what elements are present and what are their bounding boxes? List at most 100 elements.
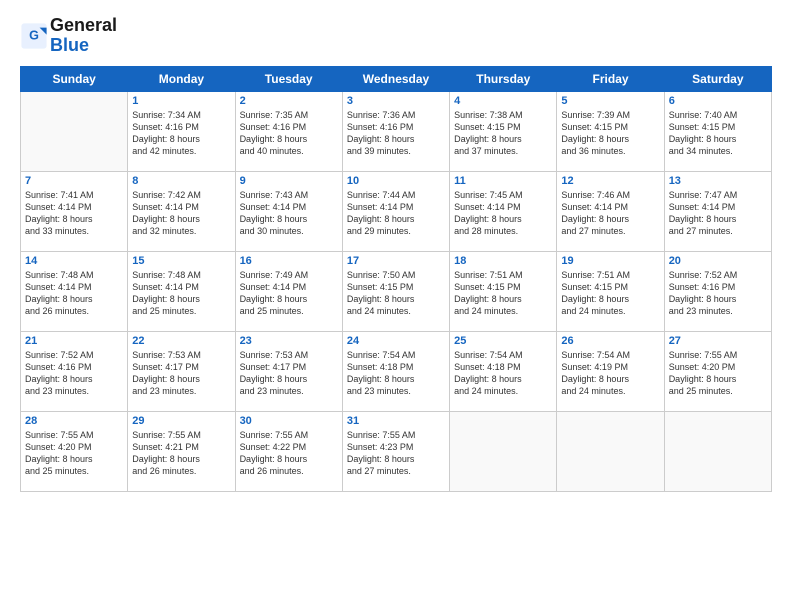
day-header-sunday: Sunday — [21, 66, 128, 91]
day-info: Sunrise: 7:51 AM Sunset: 4:15 PM Dayligh… — [561, 269, 659, 318]
calendar-cell: 28 Sunrise: 7:55 AM Sunset: 4:20 PM Dayli… — [21, 411, 128, 491]
day-info: Sunrise: 7:55 AM Sunset: 4:22 PM Dayligh… — [240, 429, 338, 478]
day-info: Sunrise: 7:35 AM Sunset: 4:16 PM Dayligh… — [240, 109, 338, 158]
day-number: 26 — [561, 335, 659, 347]
day-number: 28 — [25, 415, 123, 427]
calendar-cell: 23 Sunrise: 7:53 AM Sunset: 4:17 PM Dayli… — [235, 331, 342, 411]
day-header-saturday: Saturday — [664, 66, 771, 91]
day-number: 31 — [347, 415, 445, 427]
calendar-cell: 29 Sunrise: 7:55 AM Sunset: 4:21 PM Dayli… — [128, 411, 235, 491]
day-info: Sunrise: 7:44 AM Sunset: 4:14 PM Dayligh… — [347, 189, 445, 238]
day-info: Sunrise: 7:54 AM Sunset: 4:19 PM Dayligh… — [561, 349, 659, 398]
calendar-cell: 15 Sunrise: 7:48 AM Sunset: 4:14 PM Dayli… — [128, 251, 235, 331]
day-number: 11 — [454, 175, 552, 187]
calendar-cell: 2 Sunrise: 7:35 AM Sunset: 4:16 PM Daylig… — [235, 91, 342, 171]
calendar-cell: 27Sunrise: 7:55 AM Sunset: 4:20 PM Dayli… — [664, 331, 771, 411]
logo-icon: G — [20, 22, 48, 50]
day-number: 15 — [132, 255, 230, 267]
week-row-5: 28 Sunrise: 7:55 AM Sunset: 4:20 PM Dayli… — [21, 411, 772, 491]
calendar-cell: 25Sunrise: 7:54 AM Sunset: 4:18 PM Dayli… — [450, 331, 557, 411]
day-info: Sunrise: 7:55 AM Sunset: 4:20 PM Dayligh… — [25, 429, 123, 478]
day-number: 3 — [347, 95, 445, 107]
calendar-cell: 8 Sunrise: 7:42 AM Sunset: 4:14 PM Daylig… — [128, 171, 235, 251]
day-info: Sunrise: 7:46 AM Sunset: 4:14 PM Dayligh… — [561, 189, 659, 238]
calendar-cell: 16Sunrise: 7:49 AM Sunset: 4:14 PM Dayli… — [235, 251, 342, 331]
day-number: 21 — [25, 335, 123, 347]
calendar-cell: 12 Sunrise: 7:46 AM Sunset: 4:14 PM Dayli… — [557, 171, 664, 251]
day-number: 6 — [669, 95, 767, 107]
day-header-monday: Monday — [128, 66, 235, 91]
logo: G General Blue — [20, 16, 117, 56]
calendar-cell — [450, 411, 557, 491]
day-info: Sunrise: 7:42 AM Sunset: 4:14 PM Dayligh… — [132, 189, 230, 238]
day-number: 18 — [454, 255, 552, 267]
calendar-table: SundayMondayTuesdayWednesdayThursdayFrid… — [20, 66, 772, 492]
day-info: Sunrise: 7:34 AM Sunset: 4:16 PM Dayligh… — [132, 109, 230, 158]
day-number: 7 — [25, 175, 123, 187]
calendar-cell: 19Sunrise: 7:51 AM Sunset: 4:15 PM Dayli… — [557, 251, 664, 331]
day-info: Sunrise: 7:52 AM Sunset: 4:16 PM Dayligh… — [669, 269, 767, 318]
calendar-cell: 17Sunrise: 7:50 AM Sunset: 4:15 PM Dayli… — [342, 251, 449, 331]
day-number: 9 — [240, 175, 338, 187]
calendar-cell: 10 Sunrise: 7:44 AM Sunset: 4:14 PM Dayli… — [342, 171, 449, 251]
day-info: Sunrise: 7:41 AM Sunset: 4:14 PM Dayligh… — [25, 189, 123, 238]
day-header-row: SundayMondayTuesdayWednesdayThursdayFrid… — [21, 66, 772, 91]
week-row-2: 7 Sunrise: 7:41 AM Sunset: 4:14 PM Daylig… — [21, 171, 772, 251]
day-info: Sunrise: 7:55 AM Sunset: 4:21 PM Dayligh… — [132, 429, 230, 478]
day-number: 22 — [132, 335, 230, 347]
calendar-cell: 9Sunrise: 7:43 AM Sunset: 4:14 PM Daylig… — [235, 171, 342, 251]
day-number: 30 — [240, 415, 338, 427]
day-info: Sunrise: 7:54 AM Sunset: 4:18 PM Dayligh… — [347, 349, 445, 398]
day-number: 1 — [132, 95, 230, 107]
day-info: Sunrise: 7:51 AM Sunset: 4:15 PM Dayligh… — [454, 269, 552, 318]
day-info: Sunrise: 7:52 AM Sunset: 4:16 PM Dayligh… — [25, 349, 123, 398]
calendar-body: 1 Sunrise: 7:34 AM Sunset: 4:16 PM Daylig… — [21, 91, 772, 491]
calendar-cell: 22Sunrise: 7:53 AM Sunset: 4:17 PM Dayli… — [128, 331, 235, 411]
day-number: 13 — [669, 175, 767, 187]
day-number: 10 — [347, 175, 445, 187]
day-number: 29 — [132, 415, 230, 427]
calendar-cell: 3 Sunrise: 7:36 AM Sunset: 4:16 PM Daylig… — [342, 91, 449, 171]
calendar-cell: 7 Sunrise: 7:41 AM Sunset: 4:14 PM Daylig… — [21, 171, 128, 251]
day-info: Sunrise: 7:48 AM Sunset: 4:14 PM Dayligh… — [25, 269, 123, 318]
calendar-cell: 24Sunrise: 7:54 AM Sunset: 4:18 PM Dayli… — [342, 331, 449, 411]
day-number: 4 — [454, 95, 552, 107]
day-number: 5 — [561, 95, 659, 107]
day-info: Sunrise: 7:50 AM Sunset: 4:15 PM Dayligh… — [347, 269, 445, 318]
day-header-tuesday: Tuesday — [235, 66, 342, 91]
day-info: Sunrise: 7:48 AM Sunset: 4:14 PM Dayligh… — [132, 269, 230, 318]
day-number: 14 — [25, 255, 123, 267]
calendar-cell: 5 Sunrise: 7:39 AM Sunset: 4:15 PM Daylig… — [557, 91, 664, 171]
header: G General Blue — [20, 16, 772, 56]
day-info: Sunrise: 7:38 AM Sunset: 4:15 PM Dayligh… — [454, 109, 552, 158]
calendar-cell: 26 Sunrise: 7:54 AM Sunset: 4:19 PM Dayli… — [557, 331, 664, 411]
calendar-cell: 30 Sunrise: 7:55 AM Sunset: 4:22 PM Dayli… — [235, 411, 342, 491]
calendar-cell: 18 Sunrise: 7:51 AM Sunset: 4:15 PM Dayli… — [450, 251, 557, 331]
page: G General Blue SundayMondayTuesdayWednes… — [0, 0, 792, 612]
day-info: Sunrise: 7:53 AM Sunset: 4:17 PM Dayligh… — [240, 349, 338, 398]
day-info: Sunrise: 7:55 AM Sunset: 4:20 PM Dayligh… — [669, 349, 767, 398]
day-number: 16 — [240, 255, 338, 267]
svg-text:G: G — [29, 28, 39, 42]
calendar-cell: 21 Sunrise: 7:52 AM Sunset: 4:16 PM Dayli… — [21, 331, 128, 411]
calendar-cell — [557, 411, 664, 491]
calendar-cell: 11 Sunrise: 7:45 AM Sunset: 4:14 PM Dayli… — [450, 171, 557, 251]
day-info: Sunrise: 7:54 AM Sunset: 4:18 PM Dayligh… — [454, 349, 552, 398]
day-info: Sunrise: 7:47 AM Sunset: 4:14 PM Dayligh… — [669, 189, 767, 238]
calendar-cell: 31 Sunrise: 7:55 AM Sunset: 4:23 PM Dayli… — [342, 411, 449, 491]
day-info: Sunrise: 7:55 AM Sunset: 4:23 PM Dayligh… — [347, 429, 445, 478]
calendar-cell: 4 Sunrise: 7:38 AM Sunset: 4:15 PM Daylig… — [450, 91, 557, 171]
calendar-cell: 14 Sunrise: 7:48 AM Sunset: 4:14 PM Dayli… — [21, 251, 128, 331]
week-row-1: 1 Sunrise: 7:34 AM Sunset: 4:16 PM Daylig… — [21, 91, 772, 171]
day-info: Sunrise: 7:45 AM Sunset: 4:14 PM Dayligh… — [454, 189, 552, 238]
day-info: Sunrise: 7:39 AM Sunset: 4:15 PM Dayligh… — [561, 109, 659, 158]
calendar-cell — [21, 91, 128, 171]
calendar-cell: 1 Sunrise: 7:34 AM Sunset: 4:16 PM Daylig… — [128, 91, 235, 171]
day-number: 12 — [561, 175, 659, 187]
day-info: Sunrise: 7:36 AM Sunset: 4:16 PM Dayligh… — [347, 109, 445, 158]
day-number: 23 — [240, 335, 338, 347]
calendar-cell — [664, 411, 771, 491]
day-number: 8 — [132, 175, 230, 187]
week-row-4: 21 Sunrise: 7:52 AM Sunset: 4:16 PM Dayli… — [21, 331, 772, 411]
day-number: 2 — [240, 95, 338, 107]
